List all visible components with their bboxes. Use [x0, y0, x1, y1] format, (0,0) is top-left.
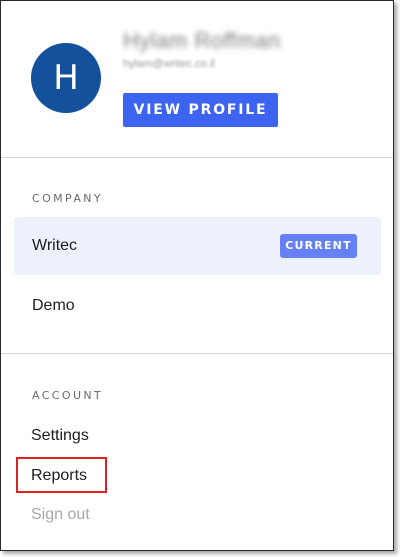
company-item-label: Writec — [32, 237, 78, 254]
sign-out-link[interactable]: Sign out — [31, 506, 90, 524]
profile-divider — [1, 157, 393, 158]
reports-link[interactable]: Reports — [31, 467, 87, 485]
view-profile-button[interactable]: VIEW PROFILE — [123, 93, 278, 127]
account-menu-panel: H Hylam Roffman hylam@writec.co.il VIEW … — [0, 0, 394, 551]
profile-section: H Hylam Roffman hylam@writec.co.il VIEW … — [1, 1, 393, 157]
company-section-title: COMPANY — [32, 192, 104, 205]
company-item-label: Demo — [32, 297, 75, 314]
user-avatar: H — [31, 43, 101, 113]
settings-link[interactable]: Settings — [31, 427, 89, 445]
company-divider — [1, 353, 393, 354]
user-name: Hylam Roffman — [123, 28, 281, 53]
company-item-writec[interactable]: Writec CURRENT — [14, 217, 381, 275]
user-email: hylam@writec.co.il — [123, 58, 215, 70]
current-badge: CURRENT — [280, 234, 357, 258]
company-item-demo[interactable]: Demo — [14, 277, 381, 335]
account-section-title: ACCOUNT — [32, 389, 104, 402]
